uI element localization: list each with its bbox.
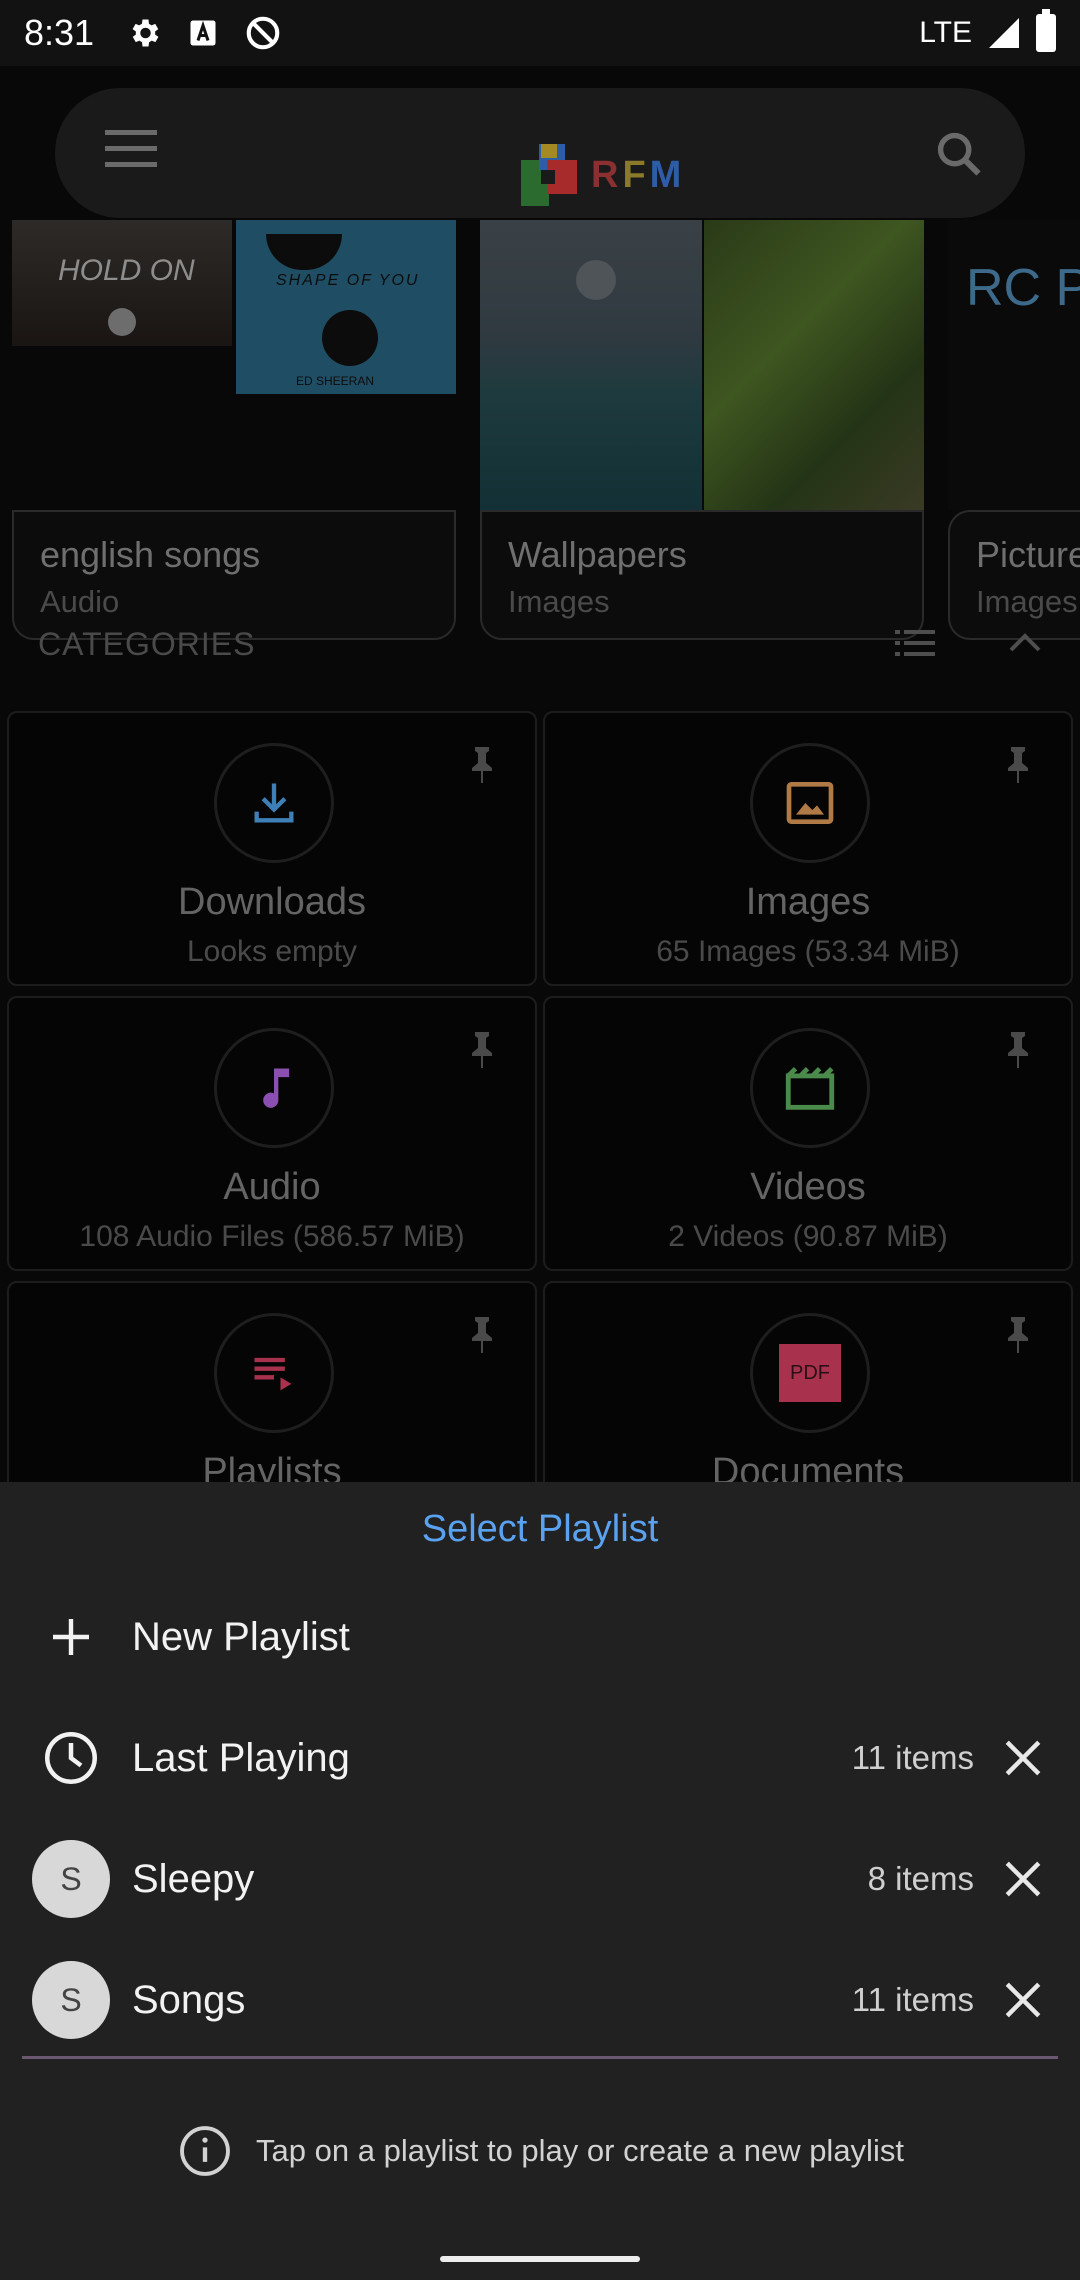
battery-icon (1036, 9, 1056, 52)
category-name: Downloads (178, 881, 366, 923)
category-name: Playlists (202, 1451, 342, 1482)
category-icon-circle (214, 1028, 334, 1148)
network-type: LTE (919, 16, 972, 49)
playlist-count: 11 items (851, 1981, 974, 2018)
category-playlists[interactable]: Playlists (7, 1281, 537, 1482)
category-downloads[interactable]: Downloads Looks empty (7, 711, 537, 986)
image-icon (786, 782, 834, 824)
pdf-icon: PDF (779, 1344, 841, 1402)
category-info: Looks empty (186, 935, 358, 968)
video-icon (785, 1066, 835, 1110)
album-title: english songs (40, 534, 261, 575)
signal-icon (989, 18, 1019, 48)
album-subtitle: Images (508, 584, 610, 619)
category-name: Audio (223, 1166, 321, 1208)
album-thumbnail: HOLD ON (12, 220, 232, 346)
pin-icon[interactable] (1003, 1315, 1033, 1355)
playlist-icon (254, 1357, 292, 1391)
album-card: english songs Audio (12, 510, 456, 640)
pin-icon[interactable] (1003, 1030, 1033, 1070)
album-wallpapers[interactable]: Wallpapers Images (480, 220, 924, 640)
divider (22, 2056, 1058, 2059)
album-card: Picture Images (948, 510, 1080, 640)
logo-text: RFM (591, 153, 686, 196)
album-subtitle: Audio (40, 584, 120, 619)
category-icon-circle (214, 1313, 334, 1433)
playlist-name: Sleepy (132, 1856, 255, 1901)
sync-disabled-icon (246, 16, 280, 50)
plus-icon (32, 1598, 110, 1676)
playlist-item-sleepy[interactable]: S Sleepy 8 items (0, 1824, 1080, 1934)
home-indicator[interactable] (440, 2256, 640, 2262)
album-english-songs[interactable]: HOLD ON SHAPE OF YOU ED SHEERAN english … (12, 220, 456, 640)
hint-text: Tap on a playlist to play or create a ne… (256, 2133, 904, 2168)
search-icon[interactable] (933, 128, 985, 180)
new-playlist-label: New Playlist (132, 1614, 350, 1659)
menu-icon[interactable] (105, 130, 157, 170)
pin-icon[interactable] (467, 1030, 497, 1070)
album-thumbnail (704, 220, 924, 510)
thumb-text: RC P (966, 259, 1080, 317)
pin-icon[interactable] (467, 1315, 497, 1355)
clock-icon (32, 1719, 110, 1797)
playlist-item-songs[interactable]: S Songs 11 items (0, 1945, 1080, 2055)
album-thumbnail (480, 220, 702, 510)
music-note-icon (263, 1068, 290, 1108)
main-content: RFM HOLD ON SHAPE OF YOU ED SHEERAN engl… (0, 66, 1080, 1482)
playlist-name: Last Playing (132, 1735, 350, 1780)
category-videos[interactable]: Videos 2 Videos (90.87 MiB) (543, 996, 1073, 1271)
playlist-item-last-playing[interactable]: Last Playing 11 items (0, 1703, 1080, 1813)
album-title: Picture (976, 534, 1080, 575)
gear-icon (132, 19, 159, 47)
sheet-title: Select Playlist (421, 1508, 659, 1550)
info-icon (180, 2126, 230, 2176)
category-icon-circle (214, 743, 334, 863)
category-icon-circle: PDF (750, 1313, 870, 1433)
logo-mark-icon (521, 144, 577, 206)
status-bar: 8:31 LTE (0, 0, 1080, 66)
categories-header: CATEGORIES (38, 626, 256, 662)
new-playlist-button[interactable]: New Playlist (0, 1582, 1080, 1692)
album-picture[interactable]: RC P Picture Images (948, 220, 1080, 640)
list-view-icon[interactable] (895, 628, 935, 658)
select-playlist-sheet: Select Playlist New Playlist Last Playin… (0, 1482, 1080, 2280)
a-icon (190, 20, 216, 46)
category-images[interactable]: Images 65 Images (53.34 MiB) (543, 711, 1073, 986)
category-audio[interactable]: Audio 108 Audio Files (586.57 MiB) (7, 996, 537, 1271)
hint: Tap on a playlist to play or create a ne… (0, 2122, 1080, 2180)
album-thumbnail: RC P (948, 220, 1080, 510)
category-info: 2 Videos (90.87 MiB) (668, 1220, 948, 1253)
category-info: 108 Audio Files (586.57 MiB) (79, 1220, 465, 1253)
album-carousel[interactable]: HOLD ON SHAPE OF YOU ED SHEERAN english … (0, 220, 1080, 640)
close-icon[interactable] (996, 1973, 1050, 2027)
category-name: Documents (711, 1451, 905, 1482)
chevron-up-icon[interactable] (1005, 626, 1045, 656)
download-icon (254, 783, 294, 823)
pin-icon[interactable] (1003, 745, 1033, 785)
category-info: 65 Images (53.34 MiB) (656, 935, 960, 968)
album-card: Wallpapers Images (480, 510, 924, 640)
playlist-count: 11 items (851, 1739, 974, 1776)
app-logo: RFM (521, 144, 685, 206)
pin-icon[interactable] (467, 745, 497, 785)
thumb-text: ED SHEERAN (296, 374, 375, 388)
playlist-name: Songs (132, 1977, 246, 2022)
album-title: Wallpapers (508, 534, 687, 575)
avatar: S (32, 1840, 110, 1918)
playlist-count: 8 items (867, 1860, 974, 1897)
category-icon-circle (750, 1028, 870, 1148)
category-icon-circle (750, 743, 870, 863)
close-icon[interactable] (996, 1731, 1050, 1785)
category-name: Videos (750, 1166, 866, 1208)
avatar: S (32, 1961, 110, 2039)
category-documents[interactable]: PDF Documents (543, 1281, 1073, 1482)
album-thumbnail: SHAPE OF YOU ED SHEERAN (236, 220, 456, 394)
category-name: Images (745, 881, 871, 923)
app-bar: RFM (55, 88, 1025, 218)
thumb-text: HOLD ON (58, 254, 195, 287)
album-subtitle: Images (976, 584, 1078, 619)
status-time: 8:31 (24, 12, 95, 53)
close-icon[interactable] (996, 1852, 1050, 1906)
thumb-text: SHAPE OF YOU (276, 272, 420, 289)
